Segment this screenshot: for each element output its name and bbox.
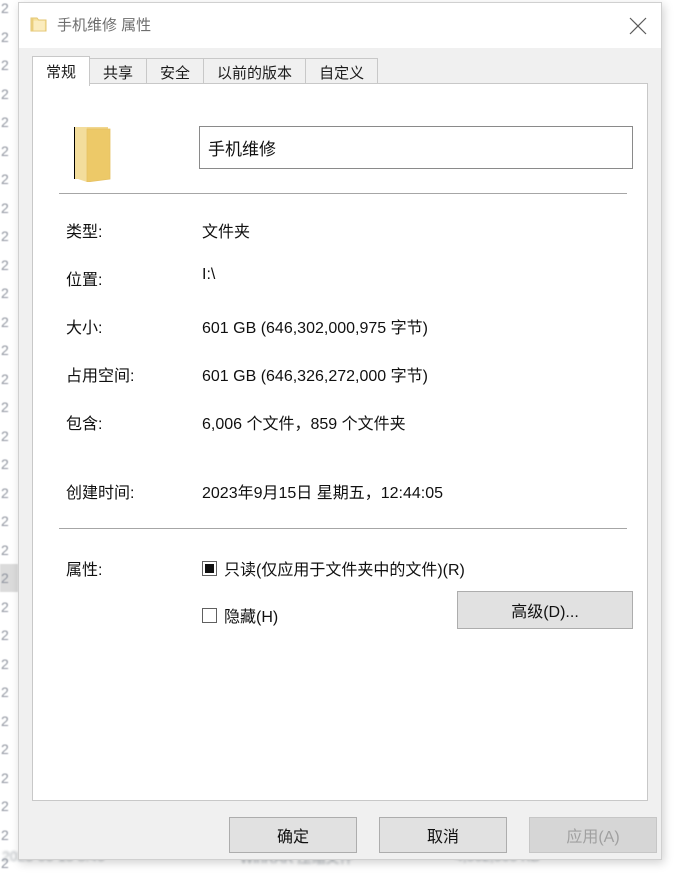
background-list-row: 2 [1,85,9,102]
dialog-title: 手机维修 属性 [57,17,152,34]
background-date-column: 2222222222222222222222222222222 [0,0,18,878]
folder-properties-dialog: 手机维修 属性 常规 共享 安全 以前的版本 自定义 手机维修 类型: 文件夹 … [18,2,662,860]
field-row-size: 大小: 601 GB (646,302,000,975 字节) [33,314,649,337]
label-contains: 包含: [66,416,103,433]
background-list-row: 2 [1,342,9,358]
tab-strip: 常规 共享 安全 以前的版本 自定义 [19,48,661,86]
background-list-row: 2 [1,199,9,216]
background-list-row: 2 [1,627,9,643]
background-list-row: 2 [1,313,9,330]
hidden-checkbox[interactable] [202,607,217,623]
dialog-titlebar[interactable]: 手机维修 属性 [19,3,661,48]
folder-icon-large [69,124,115,183]
value-size: 601 GB (646,302,000,975 字节) [202,320,428,337]
separator-top [59,193,627,194]
background-list-row: 2 [1,142,9,159]
background-list-row: 2 [1,684,9,700]
background-list-row: 2 [1,114,9,130]
background-list-row: 2 [1,0,9,16]
hidden-checkbox-row[interactable]: 隐藏(H) [202,603,278,627]
background-list-row: 2 [1,228,9,244]
value-location: I:\ [202,266,216,283]
field-row-type: 类型: 文件夹 [33,218,649,241]
readonly-checkbox-row[interactable]: 只读(仅应用于文件夹中的文件)(R) [202,556,465,580]
close-button[interactable] [615,3,661,48]
folder-icon [30,17,47,33]
background-list-row: 2 [1,370,9,387]
apply-button[interactable]: 应用(A) [529,817,657,853]
background-list-row: 2 [1,256,9,273]
separator-bottom [59,528,627,529]
field-row-size-on-disk: 占用空间: 601 GB (646,326,272,000 字节) [33,362,649,385]
field-row-contains: 包含: 6,006 个文件，859 个文件夹 [33,410,649,433]
screen: 2222222222222222222222222222222 2023-06-… [0,0,680,878]
background-list-row: 2 [1,741,9,757]
background-list-row: 2 [1,541,9,558]
tab-0[interactable]: 常规 [32,56,91,86]
background-list-row: 2 [1,456,9,472]
readonly-checkbox[interactable] [202,560,217,576]
advanced-button[interactable]: 高级(D)... [457,591,633,629]
background-list-row: 2 [1,513,9,529]
close-icon [627,15,649,37]
value-size-on-disk: 601 GB (646,326,272,000 字节) [202,368,428,385]
background-list-row: 2 [1,798,9,814]
label-location: 位置: [66,272,103,289]
folder-name-input[interactable] [199,126,633,169]
background-list-row: 2 [1,769,9,786]
value-type: 文件夹 [202,224,251,241]
ok-button[interactable]: 确定 [229,817,357,853]
field-row-location: 位置: I:\ [33,266,649,289]
hidden-label: 隐藏(H) [224,609,279,626]
background-list-row: 2 [0,564,18,592]
background-list-row: 2 [1,28,9,45]
field-row-created: 创建时间: 2023年9月15日 星期五，12:44:05 [33,479,649,502]
background-list-row: 2 [1,285,9,301]
background-list-row: 2 [1,57,9,73]
background-list-row: 2 [1,399,9,415]
value-created: 2023年9月15日 星期五，12:44:05 [202,485,444,502]
cancel-button[interactable]: 取消 [379,817,507,853]
background-list-row: 2 [1,427,9,444]
background-list-row: 2 [1,598,9,615]
background-list-row: 2 [1,655,9,672]
tab-3[interactable]: 以前的版本 [203,58,307,86]
label-attributes: 属性: [66,562,103,579]
background-list-row: 2 [1,171,9,187]
tab-1[interactable]: 共享 [89,58,148,86]
background-list-row: 2 [1,826,9,843]
background-list-row: 2 [1,484,9,501]
readonly-label: 只读(仅应用于文件夹中的文件)(R) [224,562,465,579]
label-created: 创建时间: [66,485,135,502]
tab-2[interactable]: 安全 [146,58,205,86]
value-contains: 6,006 个文件，859 个文件夹 [202,416,406,433]
general-tab-panel: 类型: 文件夹 位置: I:\ 大小: 601 GB (646,302,000,… [32,83,648,801]
tab-4[interactable]: 自定义 [305,58,379,86]
background-list-row: 2 [1,712,9,729]
label-size: 大小: [66,320,103,337]
label-type: 类型: [66,224,103,241]
label-size-on-disk: 占用空间: [66,368,135,385]
